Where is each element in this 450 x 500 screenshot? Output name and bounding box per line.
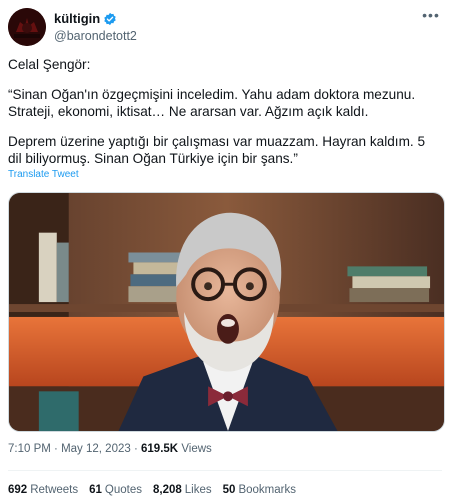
user-handle[interactable]: @barondetott2 [54, 29, 137, 43]
avatar[interactable] [8, 8, 46, 46]
bookmarks-label: Bookmarks [238, 484, 296, 496]
quotes-label: Quotes [104, 484, 142, 496]
tweet-stats: 692 Retweets 61 Quotes 8,208 Likes 50 Bo… [8, 484, 296, 496]
tweet-date[interactable]: May 12, 2023 [61, 443, 131, 455]
tweet-card: kültigin @barondetott2 ••• Celal Şengör:… [0, 0, 450, 500]
views-count: 619.5K [141, 443, 179, 455]
retweets-stat[interactable]: 692 Retweets [8, 484, 78, 496]
likes-count: 8,208 [153, 484, 182, 496]
bookmarks-count: 50 [222, 484, 236, 496]
tweet-paragraph-2: Deprem üzerine yaptığı bir çalışması var… [8, 134, 426, 166]
retweets-count: 692 [8, 484, 28, 496]
tweet-time[interactable]: 7:10 PM [8, 443, 51, 455]
tweet-header: kültigin @barondetott2 ••• [8, 8, 442, 48]
tweet-line-1: Celal Şengör: [8, 57, 91, 72]
verified-badge-icon [103, 12, 117, 26]
tweet-paragraph-1: “Sinan Oğan'ın özgeçmişini inceledim. Ya… [8, 87, 416, 119]
tweet-meta: 7:10 PM · May 12, 2023 · 619.5K Views [8, 443, 212, 455]
views-label: Views [181, 443, 212, 455]
likes-label: Likes [184, 484, 212, 496]
meta-separator: · [54, 443, 58, 455]
retweets-label: Retweets [30, 484, 79, 496]
quotes-count: 61 [89, 484, 102, 496]
display-name[interactable]: kültigin [54, 11, 100, 26]
name-row: kültigin [54, 11, 117, 26]
divider [8, 470, 442, 471]
tweet-media-image[interactable] [8, 192, 445, 432]
meta-separator: · [133, 443, 138, 455]
quotes-stat[interactable]: 61 Quotes [89, 484, 142, 496]
likes-stat[interactable]: 8,208 Likes [153, 484, 212, 496]
bookmarks-stat[interactable]: 50 Bookmarks [223, 484, 296, 496]
translate-tweet-link[interactable]: Translate Tweet [8, 169, 79, 180]
more-options-icon[interactable]: ••• [420, 8, 442, 26]
tweet-text: Celal Şengör: “Sinan Oğan'ın özgeçmişini… [8, 56, 438, 167]
